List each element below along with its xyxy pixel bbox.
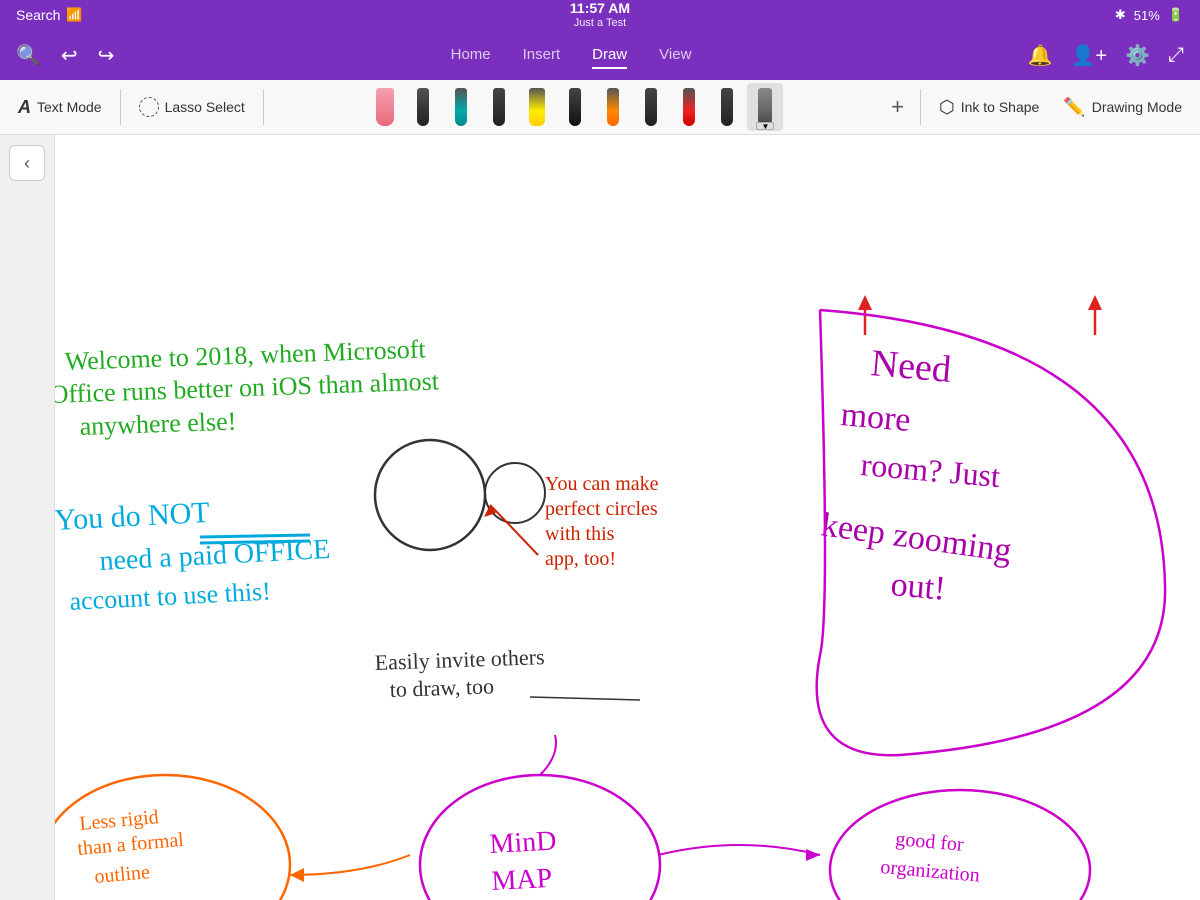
- map-arrow-head: [806, 849, 820, 861]
- separator-3: [920, 89, 921, 125]
- nav-tabs: Home Insert Draw View: [114, 42, 1027, 69]
- drawing-mode-label: Drawing Mode: [1092, 99, 1182, 115]
- lasso-select-label: Lasso Select: [165, 99, 245, 115]
- wifi-icon: 📶: [66, 7, 82, 23]
- pen-dark1[interactable]: [405, 83, 441, 131]
- blue-text-1: You do NOT: [54, 496, 211, 537]
- sidebar: ‹: [0, 135, 55, 900]
- drawing-mode-button[interactable]: ✏️ Drawing Mode: [1053, 91, 1192, 124]
- mind-map-text-1: MinD: [489, 826, 557, 860]
- not-underline: [200, 535, 310, 537]
- tab-home[interactable]: Home: [451, 42, 491, 69]
- blue-text-3: account to use this!: [69, 576, 272, 616]
- search-button[interactable]: 🔍: [16, 43, 41, 68]
- orange-arrow-line: [290, 855, 410, 875]
- expand-icon[interactable]: ⤢: [1168, 44, 1184, 67]
- add-user-icon[interactable]: 👤+: [1071, 43, 1108, 68]
- add-pen-button[interactable]: +: [883, 90, 912, 124]
- invite-text-1: Easily invite others: [374, 644, 545, 675]
- pen-dark2[interactable]: [481, 83, 517, 131]
- purple-text-3: room? Just: [859, 446, 1001, 494]
- red-text-1: You can make: [545, 473, 659, 495]
- ink-to-shape-label: Ink to Shape: [961, 99, 1040, 115]
- pen-red[interactable]: [671, 83, 707, 131]
- invite-text-2: to draw, too: [389, 673, 494, 702]
- pen-gray-selected[interactable]: ▼: [747, 83, 783, 131]
- orange-arrow-head: [290, 868, 304, 882]
- purple-text-4: keep zooming: [819, 506, 1014, 569]
- nav-bar: 🔍 ↩ ↪ Home Insert Draw View 🔔 👤+ ⚙️ ⤢: [0, 30, 1200, 80]
- drawing-canvas: Welcome to 2018, when Microsoft Office r…: [0, 135, 1200, 900]
- purple-text-1: Need: [869, 342, 953, 391]
- search-label[interactable]: Search: [16, 7, 60, 23]
- subtitle-display: Just a Test: [570, 17, 630, 30]
- tab-draw[interactable]: Draw: [592, 42, 627, 69]
- pen-dark4[interactable]: [633, 83, 669, 131]
- ink-to-shape-icon: ⬡: [939, 97, 955, 118]
- org-text-2: organization: [880, 856, 981, 887]
- nav-left: 🔍 ↩ ↪: [16, 43, 114, 68]
- red-text-3: with this: [545, 523, 615, 545]
- circle-arrow: [490, 505, 538, 555]
- pen-dark3[interactable]: [557, 83, 593, 131]
- status-bar-left: Search 📶: [16, 7, 83, 23]
- arrow-head-right: [1088, 295, 1102, 310]
- text-mode-button[interactable]: A Text Mode: [8, 91, 112, 124]
- org-text-1: good for: [895, 828, 965, 856]
- purple-text-5: out!: [889, 566, 947, 608]
- curl-top: [540, 735, 556, 775]
- pen-group: ▼: [272, 83, 879, 131]
- orange-text-1: Less rigid: [79, 806, 160, 835]
- arrow-head-left: [858, 295, 872, 310]
- lasso-select-button[interactable]: Lasso Select: [129, 91, 255, 123]
- pen-yellow[interactable]: [519, 83, 555, 131]
- drawing-mode-icon: ✏️: [1063, 97, 1085, 118]
- battery-display: 51%: [1134, 8, 1160, 23]
- settings-icon[interactable]: ⚙️: [1125, 43, 1150, 68]
- text-mode-label: Text Mode: [37, 99, 102, 115]
- green-text-3: anywhere else!: [79, 407, 237, 441]
- circle-right: [485, 463, 545, 523]
- mind-map-text-2: MAP: [491, 863, 553, 897]
- lasso-icon: [139, 97, 159, 117]
- bell-icon[interactable]: 🔔: [1028, 43, 1053, 68]
- pen-orange[interactable]: [595, 83, 631, 131]
- not-underline2: [200, 541, 310, 543]
- red-text-4: app, too!: [545, 548, 616, 570]
- bluetooth-icon: ✱: [1115, 7, 1126, 23]
- back-button[interactable]: ↩: [61, 43, 78, 68]
- nav-right: 🔔 👤+ ⚙️ ⤢: [1028, 43, 1184, 68]
- pen-dark5[interactable]: [709, 83, 745, 131]
- text-mode-icon: A: [18, 97, 31, 118]
- sidebar-collapse-button[interactable]: ‹: [9, 145, 45, 181]
- orange-text-3: outline: [94, 861, 151, 888]
- separator-1: [120, 89, 121, 125]
- toolbar: A Text Mode Lasso Select: [0, 80, 1200, 135]
- ink-to-shape-button[interactable]: ⬡ Ink to Shape: [929, 91, 1049, 124]
- battery-icon: 🔋: [1168, 7, 1184, 23]
- red-text-2: perfect circles: [545, 498, 658, 520]
- time-display: 11:57 AM: [570, 0, 630, 17]
- pen-teal[interactable]: [443, 83, 479, 131]
- forward-button[interactable]: ↪: [98, 43, 115, 68]
- map-arrow-line: [658, 845, 820, 855]
- tab-view[interactable]: View: [659, 42, 691, 69]
- circle-left: [375, 440, 485, 550]
- purple-text-2: more: [839, 396, 912, 439]
- pen-pink[interactable]: [367, 83, 403, 131]
- tab-insert[interactable]: Insert: [523, 42, 561, 69]
- separator-2: [263, 89, 264, 125]
- status-bar: Search 📶 11:57 AM Just a Test ✱ 51% 🔋: [0, 0, 1200, 30]
- canvas-area[interactable]: Welcome to 2018, when Microsoft Office r…: [0, 135, 1200, 900]
- status-bar-center: 11:57 AM Just a Test: [570, 0, 630, 30]
- status-bar-right: ✱ 51% 🔋: [1115, 7, 1184, 23]
- invite-line: [530, 697, 640, 700]
